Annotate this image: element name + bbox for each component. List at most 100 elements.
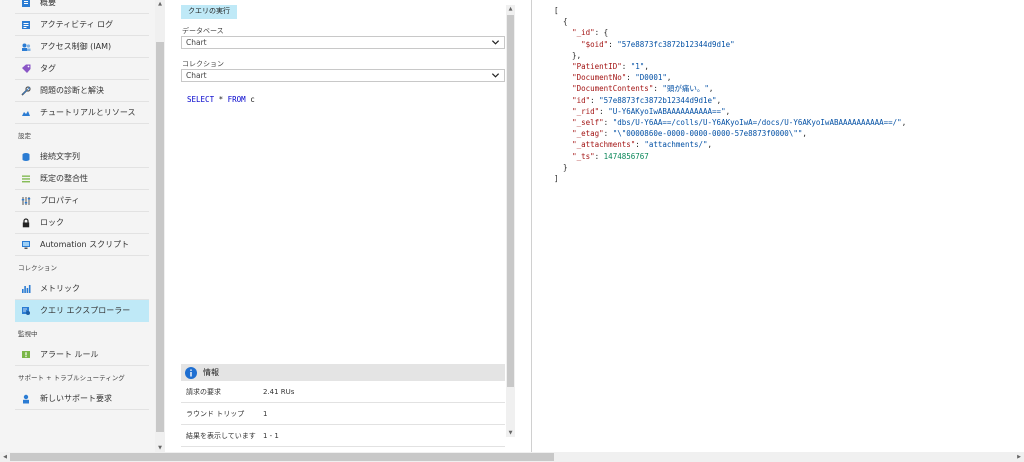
- sidebar-item-tags[interactable]: タグ: [15, 58, 149, 80]
- sliders-icon: [21, 196, 31, 206]
- tag-icon: [21, 64, 31, 74]
- info-row-round-trips: ラウンド トリップ 1: [181, 403, 505, 425]
- scroll-down-arrow-icon[interactable]: ▼: [156, 444, 164, 452]
- json-string: "57e8873fc3872b12344d9d1e": [617, 39, 735, 49]
- collection-select-value: Chart: [186, 71, 207, 80]
- json-string: "D0001": [635, 73, 667, 83]
- json-key: "_attachments": [572, 140, 636, 150]
- sidebar-item-alert-rules[interactable]: アラート ルール: [15, 344, 149, 366]
- sql-token: *: [214, 95, 228, 104]
- info-panel: 情報 請求の要求 2.41 RUs ラウンド トリップ 1 結果を表示しています…: [181, 364, 505, 452]
- sidebar-item-query-explorer[interactable]: クエリ エクスプローラー: [15, 300, 149, 322]
- sidebar-item-lock[interactable]: ロック: [15, 212, 149, 234]
- json-string: "\"0000860e-0000-0000-0000-57e8873f0000\…: [612, 129, 803, 139]
- query-text-editor[interactable]: SELECT * FROM c: [187, 95, 255, 104]
- support-person-icon: [21, 394, 31, 404]
- monitor-icon: [21, 240, 31, 250]
- sidebar-item-tutorials[interactable]: チュートリアルとリソース: [15, 102, 149, 124]
- sidebar-item-label: ロック: [40, 218, 64, 227]
- chevron-down-icon: [491, 38, 500, 47]
- sidebar-item-automation-script[interactable]: Automation スクリプト: [15, 234, 149, 256]
- alert-icon: [21, 350, 31, 360]
- database-icon: [21, 152, 31, 162]
- scroll-up-arrow-icon[interactable]: ▲: [506, 5, 515, 13]
- json-key: "_ts": [572, 151, 595, 161]
- query-results-pane[interactable]: [ { "_id": { "$oid": "57e8873fc3872b1234…: [531, 0, 1024, 452]
- info-row-request-charge: 請求の要求 2.41 RUs: [181, 381, 505, 403]
- results-json[interactable]: [ { "_id": { "$oid": "57e8873fc3872b1234…: [554, 5, 906, 184]
- sidebar-item-label: アクティビティ ログ: [40, 20, 114, 29]
- info-row-showing-results: 結果を表示しています 1 - 1: [181, 425, 505, 447]
- info-icon: [185, 366, 197, 379]
- sidebar-item-label: 概要: [40, 0, 56, 7]
- json-string: "頭が痛い。": [662, 84, 709, 94]
- json-key: "_id": [572, 28, 595, 38]
- sidebar-item-metrics[interactable]: メトリック: [15, 278, 149, 300]
- sidebar-item-connection-string[interactable]: 接続文字列: [15, 146, 149, 168]
- json-number: 1474856767: [603, 151, 649, 161]
- sidebar-item-label: 既定の整合性: [40, 174, 88, 183]
- query-pane-scrollbar-thumb[interactable]: [507, 15, 514, 387]
- sidebar-item-label: メトリック: [40, 284, 80, 293]
- sidebar-item-consistency[interactable]: 既定の整合性: [15, 168, 149, 190]
- sidebar-item-label: Automation スクリプト: [40, 240, 130, 249]
- json-key: "DocumentContents": [572, 84, 654, 94]
- json-bracket: ]: [554, 174, 559, 184]
- json-key: "_self": [572, 118, 604, 128]
- sidebar-item-properties[interactable]: プロパティ: [15, 190, 149, 212]
- scroll-up-arrow-icon[interactable]: ▲: [156, 0, 164, 8]
- section-header-settings: 設定: [18, 132, 31, 140]
- query-explorer-icon: [21, 306, 31, 316]
- sidebar-item-diagnose[interactable]: 問題の診断と解決: [15, 80, 149, 102]
- sidebar-item-label: チュートリアルとリソース: [40, 108, 136, 117]
- collection-select[interactable]: Chart: [181, 69, 505, 82]
- json-string: "57e8873fc3872b12344d9d1e": [599, 95, 717, 105]
- sidebar-item-label: クエリ エクスプローラー: [40, 306, 131, 315]
- sidebar-item-label: アクセス制御 (IAM): [40, 42, 112, 51]
- sidebar-item-label: 新しいサポート要求: [40, 394, 112, 403]
- sidebar-item-new-support-request[interactable]: 新しいサポート要求: [15, 388, 149, 410]
- sql-keyword: FROM: [227, 95, 246, 104]
- horizontal-scrollbar[interactable]: ◀ ▶: [0, 452, 1024, 462]
- info-key: ラウンド トリップ: [186, 409, 245, 418]
- info-key: 結果を表示しています: [186, 431, 256, 440]
- section-header-monitoring: 監視中: [18, 330, 38, 338]
- json-string: "dbs/U-Y6AA==/colls/U-Y6AKyoIwA=/docs/U-…: [612, 118, 902, 128]
- database-label: データベース: [182, 27, 224, 35]
- cloud-icon: [21, 108, 31, 118]
- json-bracket: [: [554, 6, 559, 15]
- info-value: 1 - 1: [263, 431, 279, 440]
- section-header-collection: コレクション: [18, 264, 57, 272]
- json-key: "PatientID": [572, 62, 622, 72]
- lock-icon: [21, 217, 31, 228]
- sidebar-item-label: プロパティ: [40, 196, 80, 205]
- activity-log-icon: [21, 20, 31, 30]
- scroll-down-arrow-icon[interactable]: ▼: [506, 429, 515, 437]
- json-key: "DocumentNo": [572, 73, 627, 83]
- json-key: "id": [572, 95, 591, 105]
- sidebar-scrollbar[interactable]: ▲ ▼: [155, 0, 165, 452]
- sidebar-item-overview[interactable]: 概要: [15, 0, 149, 14]
- wrench-icon: [21, 85, 31, 96]
- query-editor-pane: クエリの実行 データベース Chart コレクション Chart SELECT …: [165, 0, 515, 452]
- info-value: 2.41 RUs: [263, 387, 295, 396]
- json-key: "$oid": [581, 39, 609, 49]
- sidebar-item-access-control[interactable]: アクセス制御 (IAM): [15, 36, 149, 58]
- database-select[interactable]: Chart: [181, 36, 505, 49]
- query-pane-scrollbar[interactable]: ▲ ▼: [506, 5, 515, 437]
- info-value: 1: [263, 409, 268, 418]
- horizontal-scrollbar-thumb[interactable]: [10, 453, 554, 461]
- sidebar-scrollbar-thumb[interactable]: [156, 42, 164, 432]
- run-query-button[interactable]: クエリの実行: [181, 5, 237, 19]
- scroll-right-arrow-icon[interactable]: ▶: [1015, 453, 1023, 461]
- json-brace: }: [563, 162, 568, 172]
- sidebar-item-label: アラート ルール: [40, 350, 99, 359]
- bar-chart-icon: [21, 284, 31, 294]
- resource-menu-list: 概要 アクティビティ ログ アクセス制御 (IAM) タグ 問題の診断と解決 チ…: [0, 0, 150, 410]
- overview-icon: [21, 0, 31, 8]
- sql-token: c: [245, 95, 255, 104]
- sidebar-item-activity-log[interactable]: アクティビティ ログ: [15, 14, 149, 36]
- collection-label: コレクション: [182, 60, 224, 68]
- scroll-left-arrow-icon[interactable]: ◀: [1, 453, 9, 461]
- json-string: "1": [630, 62, 645, 72]
